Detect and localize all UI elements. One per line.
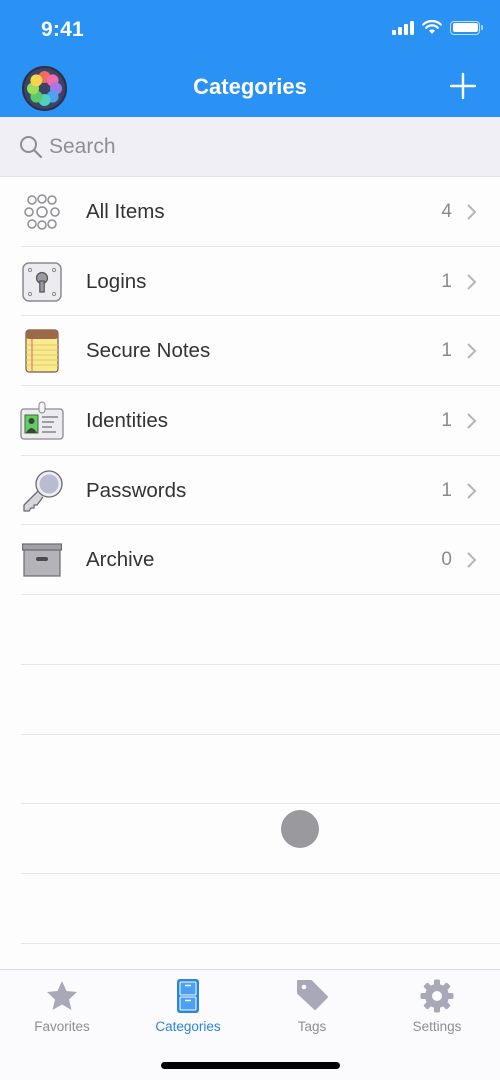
gear-icon	[420, 979, 454, 1013]
chevron-right-icon	[467, 413, 477, 429]
chevron-right-icon	[467, 273, 477, 290]
category-row-archive[interactable]: Archive 0	[0, 525, 500, 595]
page-title: Categories	[193, 74, 307, 99]
tab-label: Settings	[412, 1019, 462, 1034]
search-input[interactable]	[49, 134, 449, 159]
cellular-signal-icon	[392, 20, 414, 35]
touch-indicator	[281, 810, 319, 848]
tab-tags[interactable]: Tags	[257, 978, 367, 1034]
add-button[interactable]	[448, 71, 478, 101]
category-count: 0	[441, 549, 452, 571]
category-label: Identities	[86, 408, 169, 432]
category-count: 4	[441, 200, 452, 222]
empty-row	[0, 804, 500, 874]
all-items-icon	[20, 190, 64, 234]
tab-settings[interactable]: Settings	[382, 978, 492, 1034]
category-label: Secure Notes	[86, 339, 211, 363]
category-count: 1	[441, 340, 452, 362]
empty-row	[0, 735, 500, 805]
category-row-all-items[interactable]: All Items 4	[0, 177, 500, 247]
category-label: Passwords	[86, 478, 187, 502]
category-row-passwords[interactable]: Passwords 1	[0, 456, 500, 526]
category-label: Logins	[86, 269, 147, 293]
screen: 9:41 Categories Search All Items 4 Login…	[0, 0, 500, 1080]
star-icon	[47, 981, 77, 1010]
chevron-right-icon	[467, 552, 477, 568]
category-label: All Items	[86, 199, 165, 223]
tab-favorites[interactable]: Favorites	[7, 978, 117, 1034]
home-indicator[interactable]	[161, 1062, 340, 1069]
empty-row	[0, 665, 500, 735]
wifi-icon	[422, 20, 442, 34]
chevron-right-icon	[467, 204, 477, 220]
archive-box-icon	[20, 538, 64, 582]
category-row-identities[interactable]: Identities 1	[0, 386, 500, 456]
category-count: 1	[441, 479, 452, 501]
id-badge-icon	[20, 399, 64, 443]
category-count: 1	[441, 270, 452, 292]
notepad-icon	[20, 329, 64, 373]
category-count: 1	[441, 409, 452, 431]
category-label: Archive	[86, 548, 155, 572]
tab-categories[interactable]: Categories	[133, 978, 243, 1034]
empty-row	[0, 595, 500, 665]
plus-icon	[449, 72, 477, 100]
tab-label: Favorites	[34, 1019, 90, 1034]
tag-icon	[297, 980, 328, 1010]
battery-icon	[450, 20, 483, 35]
login-keyhole-icon	[20, 260, 64, 304]
category-row-logins[interactable]: Logins 1	[0, 247, 500, 317]
category-row-secure-notes[interactable]: Secure Notes 1	[0, 316, 500, 386]
status-icons	[392, 20, 483, 35]
navigation-header: 9:41 Categories	[0, 0, 500, 117]
tab-label: Tags	[297, 1019, 327, 1034]
empty-row	[0, 874, 500, 944]
tab-label: Categories	[155, 1019, 221, 1034]
search-icon	[20, 135, 43, 158]
chevron-right-icon	[467, 343, 477, 359]
category-list: All Items 4 Logins 1 Secure Notes 1 Iden…	[0, 177, 500, 944]
key-icon	[20, 469, 64, 513]
search-bar	[0, 117, 500, 177]
status-time: 9:41	[41, 18, 84, 41]
chevron-right-icon	[467, 482, 477, 499]
cabinet-icon	[177, 979, 199, 1013]
